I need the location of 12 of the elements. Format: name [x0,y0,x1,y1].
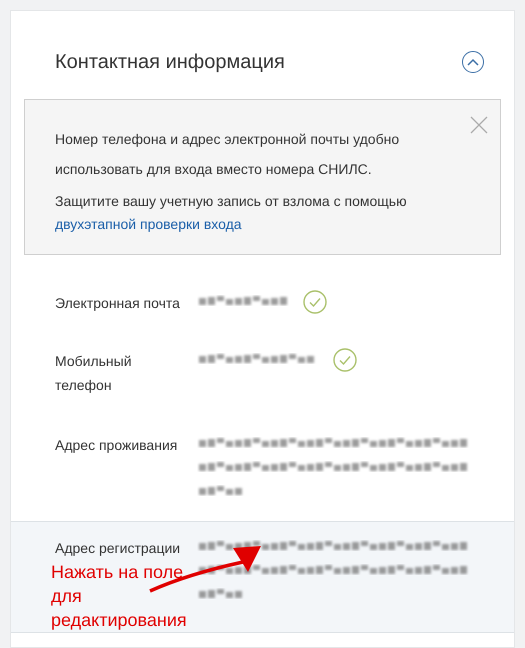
notice-text: Номер телефона и адрес электронной почты удобно [55,130,400,149]
notice-text: Защитите вашу учетную запись от взлома с помощью [55,192,408,211]
field-label: Электронная почта [55,294,181,313]
two-step-link[interactable]: двухэтапной проверки входа [55,212,242,236]
field-label: Адрес регистрации [55,539,182,558]
annotation-text: Нажать на поле для редактирования [51,561,188,632]
field-label: Мобильный телефон [55,352,133,395]
notice-text: использовать для входа вместо номера СНИЛС. [55,160,373,179]
field-label: Адрес проживания [55,436,178,455]
collapse-icon[interactable] [462,51,484,73]
field-row[interactable]: Адрес регистрации Нажать на поле для редактирования [11,521,514,633]
section-title: Контактная информация [55,50,285,75]
